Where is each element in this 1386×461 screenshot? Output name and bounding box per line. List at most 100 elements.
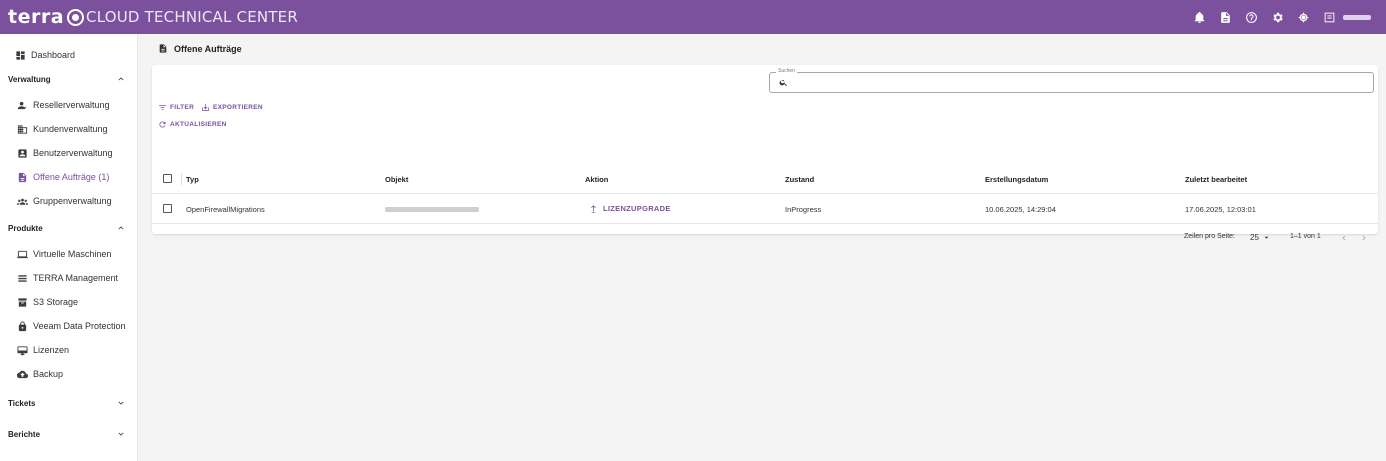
page-title: Offene Aufträge [158, 43, 242, 54]
page-title-text: Offene Aufträge [174, 43, 242, 54]
refresh-label: AKTUALISIEREN [170, 121, 227, 128]
sidebar-item-label: Offene Aufträge (1) [33, 172, 110, 182]
arrow-up-icon [591, 205, 596, 213]
section-verwaltung[interactable]: Verwaltung [0, 69, 138, 89]
sidebar-item-label: Benutzerverwaltung [33, 148, 113, 158]
sidebar-item-label: Kundenverwaltung [33, 124, 108, 134]
rows-per-page-select[interactable]: 25 [1250, 233, 1271, 242]
search-label: Suchen [776, 68, 797, 74]
top-bar: terra CLOUD TECHNICAL CENTER [0, 0, 1386, 34]
sidebar-item-s3-storage[interactable]: S3 Storage [0, 291, 138, 313]
cell-zuletzt-bearbeitet: 17.06.2025, 12:03:01 [1185, 205, 1256, 214]
sidebar-item-label: Dashboard [31, 50, 76, 60]
refresh-button[interactable]: AKTUALISIEREN [158, 120, 227, 129]
chevron-up-icon [116, 74, 126, 84]
action-label: LIZENZUPGRADE [603, 204, 671, 213]
logo-text: terra [8, 6, 65, 28]
sidebar-item-label: Backup [33, 369, 64, 379]
lock-icon [16, 320, 28, 332]
sidebar-item-label: Virtuelle Maschinen [33, 249, 112, 259]
search-input[interactable]: Suchen [769, 68, 1374, 93]
sidebar-item-virtuelle-maschinen[interactable]: Virtuelle Maschinen [0, 243, 138, 265]
user-name-redacted[interactable] [1343, 14, 1371, 20]
page-range: 1–1 von 1 [1290, 233, 1321, 240]
cell-typ: OpenFirewallMigrations [186, 205, 265, 214]
row-checkbox[interactable] [163, 204, 172, 213]
sidebar-item-label: Gruppenverwaltung [33, 196, 112, 206]
group-icon [16, 195, 28, 207]
section-label: Produkte [8, 223, 43, 233]
sidebar-item-label: Lizenzen [33, 345, 70, 355]
settings-icon[interactable] [1269, 9, 1285, 25]
select-all-checkbox[interactable] [163, 174, 172, 183]
next-page-button[interactable] [1359, 233, 1369, 243]
rows-per-page: Zeilen pro Seite: [1184, 233, 1235, 240]
sidebar-item-dashboard[interactable]: Dashboard [0, 44, 138, 66]
logo-subtitle: CLOUD TECHNICAL CENTER [86, 8, 298, 26]
sidebar-item-label: S3 Storage [33, 297, 79, 307]
dashboard-icon [14, 49, 26, 61]
section-produkte[interactable]: Produkte [0, 218, 138, 238]
rows-per-page-value: 25 [1250, 233, 1259, 242]
chevron-left-icon [1342, 235, 1346, 241]
export-label: EXPORTIEREN [213, 104, 263, 111]
user-card-icon [16, 147, 28, 159]
sidebar-item-label: TERRA Management [33, 273, 119, 283]
column-header-zuletzt-bearbeitet[interactable]: Zuletzt bearbeitet [1185, 175, 1247, 184]
bell-icon[interactable] [1191, 9, 1207, 25]
cell-erstellungsdatum: 10.06.2025, 14:29:04 [985, 205, 1056, 214]
column-header-erstellungsdatum[interactable]: Erstellungsdatum [985, 175, 1048, 184]
column-header-objekt[interactable]: Objekt [385, 175, 408, 184]
export-button[interactable]: EXPORTIEREN [201, 103, 263, 112]
sidebar-item-kundenverwaltung[interactable]: Kundenverwaltung [0, 118, 138, 140]
chevron-right-icon [1362, 235, 1366, 241]
rows-per-page-label: Zeilen pro Seite: [1184, 233, 1235, 240]
cloud-upload-icon [16, 368, 28, 380]
storage-icon [16, 296, 28, 308]
chevron-down-icon [116, 398, 126, 408]
target-icon[interactable] [1295, 9, 1311, 25]
sidebar-item-terra-management[interactable]: TERRA Management [0, 267, 138, 289]
column-header-aktion[interactable]: Aktion [585, 175, 608, 184]
sidebar-item-resellerverwaltung[interactable]: Resellerverwaltung [0, 94, 138, 116]
column-divider [181, 173, 182, 185]
column-header-typ[interactable]: Typ [186, 175, 199, 184]
sidebar-item-gruppenverwaltung[interactable]: Gruppenverwaltung [0, 190, 138, 212]
help-icon[interactable] [1243, 9, 1259, 25]
page-range-text: 1–1 von 1 [1290, 233, 1321, 240]
filter-label: FILTER [170, 104, 195, 111]
sidebar-item-lizenzen[interactable]: Lizenzen [0, 339, 138, 361]
globe-icon [67, 8, 85, 26]
filter-button[interactable]: FILTER [158, 103, 194, 112]
divider [152, 223, 1378, 224]
logo[interactable]: terra CLOUD TECHNICAL CENTER [8, 6, 298, 28]
orders-card: Suchen FILTER EXPORTIEREN AKTUALISIEREN … [152, 65, 1378, 242]
laptop-icon [16, 248, 28, 260]
document-icon [16, 171, 28, 183]
lizenzupgrade-button[interactable]: LIZENZUPGRADE [590, 204, 671, 213]
sidebar-item-backup[interactable]: Backup [0, 363, 138, 385]
sidebar: Dashboard Verwaltung Resellerverwaltung … [0, 34, 138, 461]
prev-page-button[interactable] [1339, 233, 1349, 243]
download-icon [202, 104, 209, 111]
chevron-up-icon [116, 223, 126, 233]
sidebar-item-label: Veeam Data Protection [33, 321, 126, 331]
document-icon[interactable] [1217, 9, 1233, 25]
sidebar-item-offene-auftraege[interactable]: Offene Aufträge (1) [0, 166, 138, 188]
building-icon [16, 123, 28, 135]
section-tickets[interactable]: Tickets [0, 393, 138, 413]
user-badge-icon[interactable] [1321, 9, 1337, 25]
section-berichte[interactable]: Berichte [0, 424, 138, 444]
reseller-icon [16, 99, 28, 111]
sidebar-item-veeam[interactable]: Veeam Data Protection [0, 315, 138, 337]
section-label: Verwaltung [8, 74, 51, 84]
column-header-zustand[interactable]: Zustand [785, 175, 814, 184]
cell-objekt-redacted [385, 207, 479, 212]
dropdown-arrow-icon [1264, 236, 1269, 239]
refresh-icon [159, 121, 166, 128]
cell-zustand: InProgress [785, 205, 822, 214]
main-content: Offene Aufträge Suchen FILTER EXPORTIERE… [138, 34, 1386, 461]
document-icon [159, 44, 167, 53]
section-label: Berichte [8, 429, 41, 439]
sidebar-item-benutzerverwaltung[interactable]: Benutzerverwaltung [0, 142, 138, 164]
